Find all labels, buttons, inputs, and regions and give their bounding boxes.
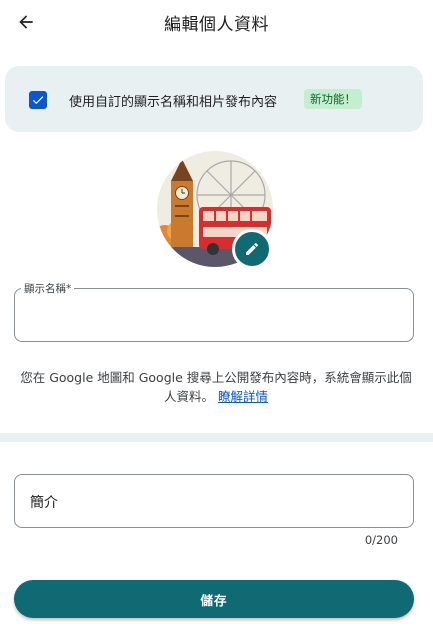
bio-field[interactable]: 簡介 <box>14 474 414 528</box>
display-name-label: 顯示名稱* <box>21 281 75 296</box>
page-title: 編輯個人資料 <box>164 15 269 35</box>
section-divider <box>0 433 433 442</box>
custom-name-notice: 使用自訂的顯示名稱和相片發布內容 新功能！ <box>5 66 423 132</box>
bio-placeholder: 簡介 <box>30 495 58 511</box>
edit-photo-button[interactable] <box>232 229 272 269</box>
custom-name-label: 使用自訂的顯示名稱和相片發布內容 <box>69 95 278 110</box>
display-name-field[interactable]: 顯示名稱* <box>14 281 414 342</box>
check-icon <box>32 96 44 105</box>
custom-name-checkbox[interactable] <box>29 91 47 109</box>
learn-more-link[interactable]: 瞭解詳情 <box>218 389 268 404</box>
bio-char-counter: 0/200 <box>364 533 398 547</box>
app-header: 編輯個人資料 <box>0 0 433 44</box>
new-feature-badge: 新功能！ <box>304 89 362 109</box>
profile-photo <box>157 151 273 269</box>
help-text: 您在 Google 地圖和 Google 搜尋上公開發布內容時，系統會顯示此個人… <box>16 368 416 406</box>
pencil-icon <box>246 242 259 255</box>
save-button[interactable]: 儲存 <box>14 580 414 618</box>
help-description: 您在 Google 地圖和 Google 搜尋上公開發布內容時，系統會顯示此個人… <box>20 370 412 404</box>
